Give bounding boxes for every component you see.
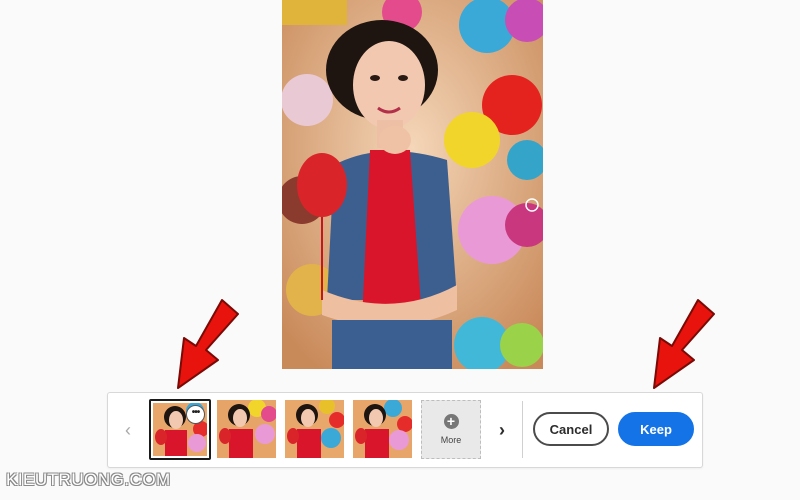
- variation-thumbnail-1[interactable]: •••: [149, 399, 211, 460]
- cancel-button[interactable]: Cancel: [533, 412, 609, 446]
- variation-thumbnail-3[interactable]: [285, 400, 344, 458]
- variation-thumbnail-4[interactable]: [353, 400, 412, 458]
- divider: [522, 401, 523, 458]
- more-label: More: [440, 435, 462, 445]
- annotation-arrow-left-icon: [177, 299, 239, 389]
- main-photo: [282, 0, 543, 369]
- annotation-arrow-right-icon: [653, 299, 715, 389]
- plus-icon: +: [443, 414, 459, 429]
- keep-button[interactable]: Keep: [618, 412, 694, 446]
- next-arrow-icon[interactable]: ›: [491, 418, 513, 442]
- variation-thumbnail-2[interactable]: [217, 400, 276, 458]
- watermark: KIEUTRUONG.COM: [6, 470, 171, 489]
- previous-arrow-icon[interactable]: ‹: [117, 418, 139, 442]
- more-variations-button[interactable]: + More: [421, 400, 481, 459]
- more-options-icon[interactable]: •••: [186, 405, 205, 424]
